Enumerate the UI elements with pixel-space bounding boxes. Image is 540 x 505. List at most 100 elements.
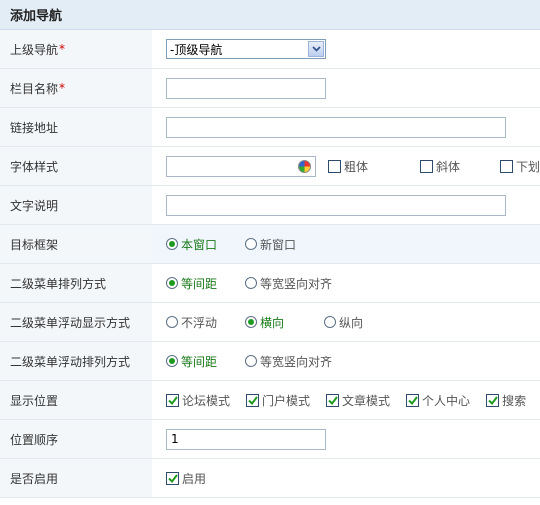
field-cell [152,69,540,107]
submenu-float-layout-label: 二级菜单浮动排列方式 [10,354,131,369]
text-desc-input[interactable] [166,194,506,216]
position-search-label: 搜索 [502,393,527,408]
float-horizontal-radio[interactable] [245,316,258,328]
field-label: 文字说明 [0,186,152,224]
position-forum-option[interactable]: 论坛模式 [166,392,230,409]
float-none-label: 不浮动 [181,315,218,330]
target-self-radio[interactable] [166,238,178,250]
underline-option[interactable]: 下划 [499,158,540,175]
position-article-option[interactable]: 文章模式 [326,392,390,409]
link-url-label: 链接地址 [10,120,59,135]
submenu-layout-width-option[interactable]: 等宽竖向对齐 [245,275,332,292]
submenu-layout-width-radio[interactable] [245,277,258,289]
target-blank-option[interactable]: 新窗口 [245,236,296,253]
float-horizontal-option[interactable]: 横向 [245,314,284,331]
field-label: 是否启用 [0,459,152,497]
position-forum-label: 论坛模式 [182,393,231,408]
row-font-style: 字体样式 粗体 斜体 下划 [0,147,540,186]
bold-checkbox[interactable] [327,159,341,173]
bold-option[interactable]: 粗体 [327,158,368,175]
submenu-layout-equal-label: 等间距 [181,276,218,291]
float-vertical-option[interactable]: 纵向 [324,314,363,331]
field-cell: 粗体 斜体 下划 [152,147,540,185]
float-layout-width-option[interactable]: 等宽竖向对齐 [245,353,332,370]
enabled-checkbox[interactable] [166,471,179,485]
link-url-input[interactable] [166,116,506,138]
float-horizontal-label: 横向 [260,315,285,330]
enabled-option-label: 启用 [182,471,207,486]
font-color-input[interactable] [166,155,316,177]
underline-label: 下划 [515,159,540,174]
float-vertical-radio[interactable] [324,316,337,328]
float-layout-equal-radio[interactable] [166,355,178,367]
position-article-checkbox[interactable] [326,393,340,407]
row-submenu-float-layout: 二级菜单浮动排列方式 等间距 等宽竖向对齐 [0,342,540,381]
parent-nav-label: 上级导航 [10,42,59,57]
field-label: 字体样式 [0,147,152,185]
float-layout-equal-option[interactable]: 等间距 [166,353,217,370]
target-frame-label: 目标框架 [10,237,59,252]
field-cell: 等间距 等宽竖向对齐 [152,342,540,380]
submenu-layout-equal-option[interactable]: 等间距 [166,275,217,292]
position-portal-checkbox[interactable] [246,393,260,407]
position-order-label: 位置顺序 [10,432,59,447]
position-personal-checkbox[interactable] [406,393,420,407]
row-text-desc: 文字说明 [0,186,540,225]
row-display-position: 显示位置 论坛模式 门户模式 文章模式 个人中心 搜索 [0,381,540,420]
float-layout-equal-label: 等间距 [181,354,218,369]
field-label: 栏目名称 * [0,69,152,107]
field-cell: 不浮动 横向 纵向 [152,303,540,341]
position-order-input[interactable]: 1 [166,428,326,450]
float-none-radio[interactable] [166,316,178,328]
target-self-option[interactable]: 本窗口 [166,236,217,253]
chevron-down-icon[interactable] [308,41,324,57]
font-style-label: 字体样式 [10,159,59,174]
position-portal-option[interactable]: 门户模式 [246,392,310,409]
column-name-input[interactable] [166,77,326,99]
row-enabled: 是否启用 启用 [0,459,540,498]
italic-checkbox[interactable] [419,159,433,173]
row-parent-nav: 上级导航 * -顶级导航 [0,30,540,69]
text-desc-label: 文字说明 [10,198,59,213]
underline-checkbox[interactable] [499,159,513,173]
position-portal-label: 门户模式 [262,393,311,408]
position-search-option[interactable]: 搜索 [486,392,526,409]
display-position-label: 显示位置 [10,393,59,408]
field-cell: 等间距 等宽竖向对齐 [152,264,540,302]
float-layout-width-label: 等宽竖向对齐 [260,354,333,369]
field-label: 位置顺序 [0,420,152,458]
field-cell: -顶级导航 [152,30,540,68]
position-forum-checkbox[interactable] [166,393,179,407]
page-title: 添加导航 [10,9,63,24]
field-cell: 本窗口 新窗口 [152,225,540,263]
float-layout-width-radio[interactable] [245,355,258,367]
submenu-float-display-label: 二级菜单浮动显示方式 [10,315,131,330]
submenu-layout-equal-radio[interactable] [166,277,178,289]
field-label: 二级菜单浮动显示方式 [0,303,152,341]
color-picker-icon[interactable] [297,159,311,173]
enabled-option[interactable]: 启用 [166,470,206,487]
target-blank-radio[interactable] [245,238,258,250]
row-position-order: 位置顺序 1 [0,420,540,459]
required-mark: * [59,42,66,56]
field-cell: 启用 [152,459,540,497]
position-personal-option[interactable]: 个人中心 [406,392,470,409]
submenu-layout-width-label: 等宽竖向对齐 [260,276,333,291]
position-article-label: 文章模式 [342,393,391,408]
field-label: 显示位置 [0,381,152,419]
row-submenu-layout: 二级菜单排列方式 等间距 等宽竖向对齐 [0,264,540,303]
italic-label: 斜体 [435,159,460,174]
field-cell: 论坛模式 门户模式 文章模式 个人中心 搜索 [152,381,540,419]
parent-nav-selected-value: -顶级导航 [170,42,223,57]
row-submenu-float-display: 二级菜单浮动显示方式 不浮动 横向 纵向 [0,303,540,342]
parent-nav-select[interactable]: -顶级导航 [166,39,326,59]
italic-option[interactable]: 斜体 [419,158,460,175]
target-self-label: 本窗口 [181,237,218,252]
position-search-checkbox[interactable] [486,393,500,407]
position-personal-label: 个人中心 [422,393,471,408]
float-none-option[interactable]: 不浮动 [166,314,217,331]
enabled-label: 是否启用 [10,471,59,486]
field-cell [152,108,540,146]
target-blank-label: 新窗口 [260,237,297,252]
row-column-name: 栏目名称 * [0,69,540,108]
